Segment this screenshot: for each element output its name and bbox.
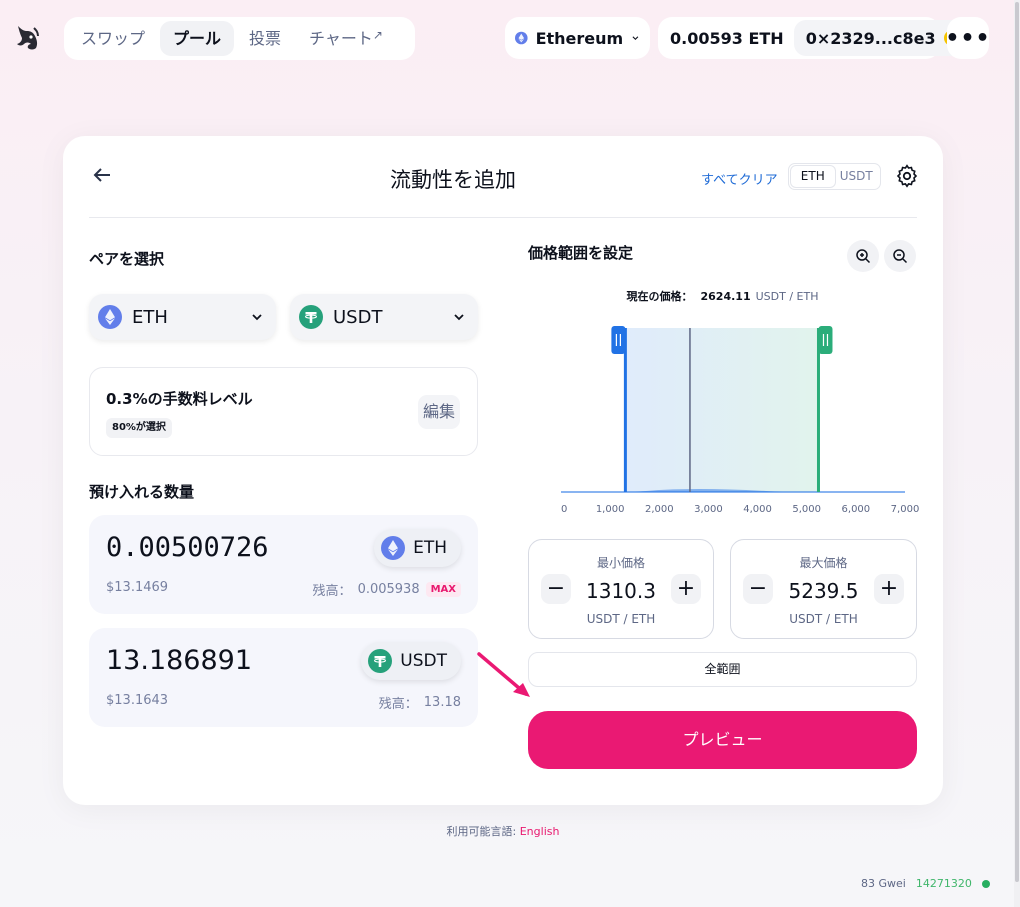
token-b-symbol: USDT xyxy=(333,306,383,328)
zoom-in-icon xyxy=(856,249,871,264)
preview-button[interactable]: プレビュー xyxy=(528,711,917,769)
min-price-title: 最小価格 xyxy=(596,556,645,570)
deposit-a-token: ETH xyxy=(374,529,461,567)
deposit-b-token: USDT xyxy=(361,642,461,680)
token-b-select[interactable]: USDT xyxy=(290,294,478,340)
balance-value: 13.18 xyxy=(423,695,461,710)
wallet-address: 0×2329...c8e3 xyxy=(805,28,936,48)
deposit-b-usd: $13.1643 xyxy=(106,693,169,708)
deposit-b-input[interactable]: 13.186891 xyxy=(106,645,252,676)
pair-label: ペアを選択 xyxy=(89,250,165,268)
min-range-handle[interactable] xyxy=(611,326,626,354)
wallet-balance: 0.00593 ETH xyxy=(670,28,784,48)
base-token-toggle: ETH USDT xyxy=(788,163,881,190)
x-tick-label: 4,000 xyxy=(743,504,772,515)
language-footer: 利用可能言語: English xyxy=(0,823,1006,839)
min-price-unit: USDT / ETH xyxy=(586,612,656,626)
x-tick-label: 5,000 xyxy=(792,504,821,515)
x-tick-label: 6,000 xyxy=(842,504,871,515)
add-liquidity-card: 流動性を追加 すべてクリア ETH USDT ペアを選択 ETH USDT 0.… xyxy=(63,136,943,805)
zoom-out-icon xyxy=(893,249,908,264)
wallet-panel: 0.00593 ETH 0×2329...c8e3 xyxy=(658,17,970,59)
fee-tier-title: 0.3%の手数料レベル xyxy=(106,390,253,408)
chain-selector-button[interactable]: Ethereum xyxy=(505,17,650,59)
scrollbar-thumb[interactable] xyxy=(1015,2,1019,882)
eth-token-icon xyxy=(98,305,122,329)
selected-range-area xyxy=(625,328,819,492)
external-link-icon: ↗ xyxy=(372,28,383,42)
clear-all-link[interactable]: すべてクリア xyxy=(701,169,778,188)
max-price-unit: USDT / ETH xyxy=(789,612,858,626)
current-price-unit: USDT / ETH xyxy=(755,290,819,303)
chevron-down-icon xyxy=(632,36,639,41)
status-dot-icon xyxy=(981,879,990,888)
gear-icon[interactable] xyxy=(895,164,919,188)
toggle-usdt[interactable]: USDT xyxy=(835,166,879,187)
x-tick-label: 0 xyxy=(561,504,567,515)
x-tick-label: 3,000 xyxy=(694,504,723,515)
deposit-label: 預け入れる数量 xyxy=(89,483,195,501)
scrollbar-track[interactable] xyxy=(1014,0,1020,907)
deposit-a-input[interactable]: 0.00500726 xyxy=(106,532,269,563)
current-price-label: 現在の価格： xyxy=(626,290,693,303)
full-range-button[interactable]: 全範囲 xyxy=(528,652,917,687)
ethereum-icon xyxy=(515,31,528,45)
toggle-eth[interactable]: ETH xyxy=(791,166,835,187)
max-price-increment-button[interactable]: + xyxy=(874,574,904,604)
x-tick-label: 2,000 xyxy=(645,504,674,515)
language-link[interactable]: English xyxy=(520,825,560,838)
gas-price: 83 Gwei xyxy=(861,877,906,890)
fee-tier-box: 0.3%の手数料レベル 80%が選択 編集 xyxy=(89,367,478,456)
fee-tier-badge: 80%が選択 xyxy=(106,418,172,438)
main-nav: スワップ プール 投票 チャート↗ xyxy=(64,17,415,60)
max-range-handle[interactable] xyxy=(818,326,833,354)
zoom-out-button[interactable] xyxy=(884,240,916,272)
deposit-a-balance: 残高： 0.005938 MAX xyxy=(313,580,461,599)
balance-value: 0.005938 xyxy=(357,582,420,597)
price-range-label: 価格範囲を設定 xyxy=(528,244,634,262)
deposit-b-box: 13.186891 $13.1643 USDT 残高： 13.18 xyxy=(89,628,478,727)
balance-label: 残高： xyxy=(378,697,418,712)
x-tick-label: 1,000 xyxy=(596,504,625,515)
network-status: 83 Gwei 14271320 xyxy=(861,877,990,890)
current-price: 現在の価格： 2624.11 USDT / ETH xyxy=(528,288,917,304)
wallet-address-button[interactable]: 0×2329...c8e3 xyxy=(793,20,970,56)
usdt-token-icon xyxy=(299,305,323,329)
max-price-box: 最大価格 − 5239.5 + USDT / ETH xyxy=(730,539,917,639)
block-number[interactable]: 14271320 xyxy=(916,877,972,890)
x-tick-label: 7,000 xyxy=(891,504,920,515)
fee-edit-button[interactable]: 編集 xyxy=(418,395,460,429)
nav-swap[interactable]: スワップ xyxy=(68,21,158,56)
current-price-value: 2624.11 xyxy=(700,290,751,303)
nav-vote[interactable]: 投票 xyxy=(236,21,294,56)
token-a-select[interactable]: ETH xyxy=(89,294,276,340)
balance-label: 残高： xyxy=(312,584,352,599)
eth-token-icon xyxy=(381,536,406,560)
annotation-arrow-icon xyxy=(477,652,530,697)
min-price-increment-button[interactable]: + xyxy=(671,574,701,604)
chain-name: Ethereum xyxy=(535,28,624,48)
liquidity-range-chart[interactable]: 0 1,000 2,000 3,000 4,000 5,000 6,000 7,000 xyxy=(553,316,923,516)
more-menu-button[interactable]: ••• xyxy=(945,17,991,59)
nav-charts[interactable]: チャート↗ xyxy=(296,21,396,56)
usdt-token-icon xyxy=(368,649,393,673)
token-a-symbol: ETH xyxy=(132,306,168,328)
chevron-down-icon xyxy=(454,314,464,321)
zoom-in-button[interactable] xyxy=(847,240,879,272)
deposit-a-box: 0.00500726 $13.1469 ETH 残高： 0.005938 MAX xyxy=(89,515,478,614)
uniswap-logo-icon[interactable] xyxy=(14,22,42,52)
min-price-box: 最小価格 − 1310.3 + USDT / ETH xyxy=(528,539,714,639)
nav-pool[interactable]: プール xyxy=(160,21,235,56)
max-price-title: 最大価格 xyxy=(799,556,848,570)
more-dots-icon: ••• xyxy=(945,25,991,51)
deposit-a-token-symbol: ETH xyxy=(413,538,447,558)
header-divider xyxy=(89,217,917,218)
deposit-b-token-symbol: USDT xyxy=(400,651,447,671)
deposit-a-usd: $13.1469 xyxy=(106,580,169,595)
language-label: 利用可能言語: xyxy=(446,825,520,838)
deposit-b-balance: 残高： 13.18 xyxy=(379,693,461,712)
max-button[interactable]: MAX xyxy=(425,582,461,597)
chevron-down-icon xyxy=(252,314,262,321)
